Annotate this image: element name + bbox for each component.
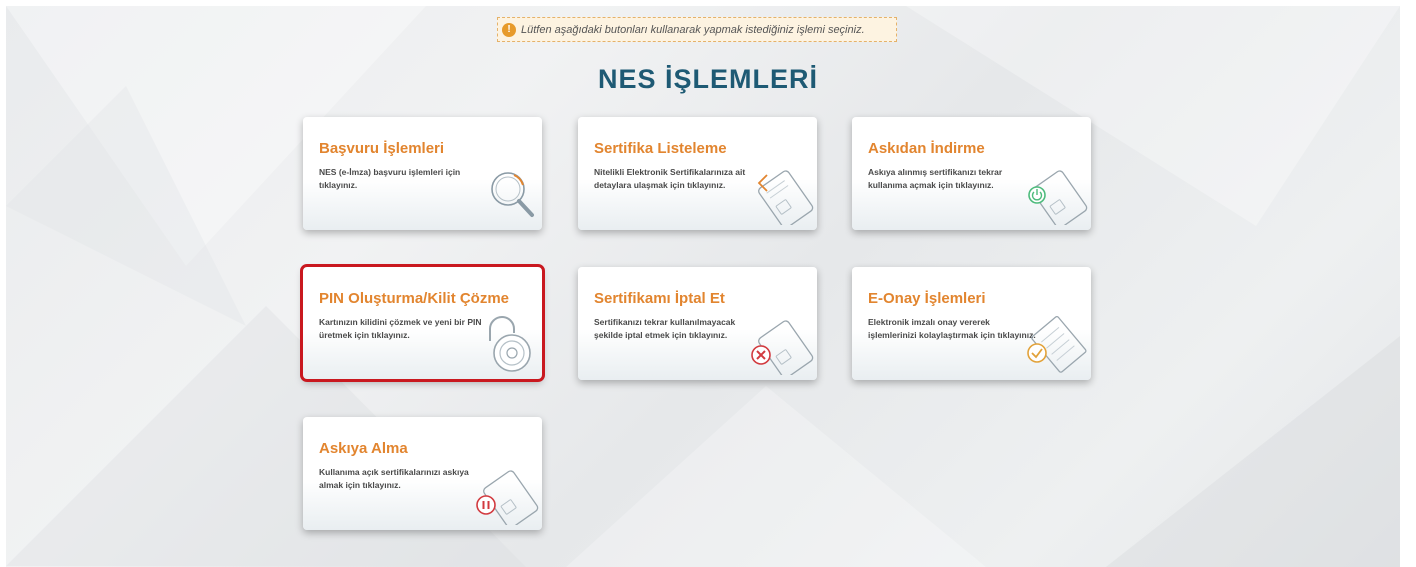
card-askiya-alma[interactable]: Askıya Alma Kullanıma açık sertifikaları… bbox=[303, 417, 542, 530]
info-notice: ! Lütfen aşağıdaki butonları kullanarak … bbox=[497, 17, 897, 42]
card-description: Nitelikli Elektronik Sertifikalarınıza a… bbox=[594, 167, 746, 190]
card-description: Kullanıma açık sertifikalarınızı askıya … bbox=[319, 467, 469, 490]
card-list-icon bbox=[745, 159, 815, 230]
card-title: Başvuru İşlemleri bbox=[319, 140, 445, 157]
padlock-icon bbox=[480, 311, 540, 380]
card-description: NES (e-İmza) başvuru işlemleri için tıkl… bbox=[319, 167, 461, 190]
card-title: Sertifika Listeleme bbox=[594, 140, 727, 157]
document-check-icon bbox=[1019, 309, 1089, 380]
card-description: Kartınızın kilidini çözmek ve yeni bir P… bbox=[319, 317, 482, 340]
card-basvuru-islemleri[interactable]: Başvuru İşlemleri NES (e-İmza) başvuru i… bbox=[303, 117, 542, 230]
card-title: Sertifikamı İptal Et bbox=[594, 290, 725, 307]
card-title: E-Onay İşlemleri bbox=[868, 290, 986, 307]
page-title: NES İŞLEMLERİ bbox=[597, 64, 819, 94]
info-icon: ! bbox=[502, 22, 516, 37]
card-cancel-icon bbox=[745, 309, 815, 380]
card-description: Sertifikanızı tekrar kullanılmayacak şek… bbox=[594, 317, 736, 340]
notice-text: Lütfen aşağıdaki butonları kullanarak ya… bbox=[521, 23, 865, 36]
magnifier-icon bbox=[478, 163, 540, 230]
card-description: Elektronik imzalı onay vererek işlemleri… bbox=[868, 317, 1036, 340]
card-description: Askıya alınmış sertifikanızı tekrar kull… bbox=[868, 167, 1003, 190]
card-pin-olusturma-kilit-cozme[interactable]: PIN Oluşturma/Kilit Çözme Kartınızın kil… bbox=[303, 267, 542, 380]
card-askidan-indirme[interactable]: Askıdan İndirme Askıya alınmış sertifika… bbox=[852, 117, 1091, 230]
card-sertifika-listeleme[interactable]: Sertifika Listeleme Nitelikli Elektronik… bbox=[578, 117, 817, 230]
card-sertifikami-iptal-et[interactable]: Sertifikamı İptal Et Sertifikanızı tekra… bbox=[578, 267, 817, 380]
card-power-icon bbox=[1019, 159, 1089, 230]
card-pause-icon bbox=[470, 459, 540, 530]
card-e-onay-islemleri[interactable]: E-Onay İşlemleri Elektronik imzalı onay … bbox=[852, 267, 1091, 380]
card-title: Askıdan İndirme bbox=[868, 140, 985, 157]
card-title: PIN Oluşturma/Kilit Çözme bbox=[319, 290, 510, 307]
card-title: Askıya Alma bbox=[319, 440, 408, 457]
